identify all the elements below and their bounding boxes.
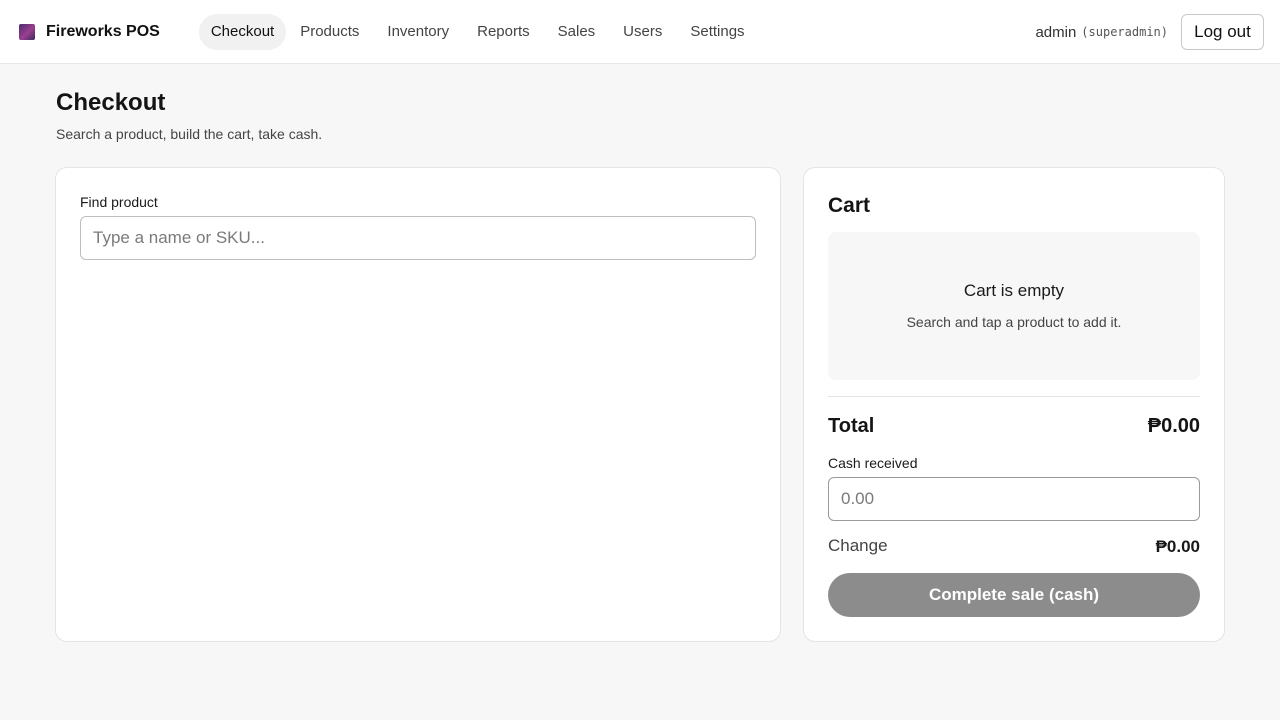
cart-empty-title: Cart is empty: [963, 281, 1065, 300]
logout-button[interactable]: Log out: [1181, 14, 1264, 50]
nav-item-settings[interactable]: Settings: [676, 14, 758, 50]
user-name: admin: [1035, 23, 1077, 41]
change-label: Change: [828, 536, 888, 555]
cash-received-input[interactable]: [828, 477, 1200, 521]
page-subtitle: Search a product, build the cart, take c…: [56, 126, 323, 142]
complete-sale-button[interactable]: Complete sale (cash): [828, 573, 1200, 617]
total-label: Total: [828, 415, 875, 437]
cart-title: Cart: [828, 194, 871, 217]
user-area: admin (superadmin) Log out: [1035, 14, 1264, 50]
main-nav: Checkout Products Inventory Reports Sale…: [198, 13, 759, 50]
nav-item-products[interactable]: Products: [286, 14, 373, 50]
product-search-panel: Find product: [55, 167, 781, 642]
nav-item-checkout[interactable]: Checkout: [198, 13, 287, 50]
fireworks-logo-icon: [19, 23, 35, 40]
cart-divider: [828, 396, 1200, 397]
find-product-label: Find product: [80, 194, 158, 210]
total-value: ₱0.00: [1147, 415, 1200, 437]
app-name: Fireworks POS: [46, 22, 160, 40]
cart-panel: Cart Cart is empty Search and tap a prod…: [803, 167, 1225, 642]
cart-empty-state: Cart is empty Search and tap a product t…: [828, 232, 1200, 380]
nav-item-users[interactable]: Users: [609, 14, 676, 50]
brand[interactable]: Fireworks POS: [19, 23, 160, 41]
nav-item-reports[interactable]: Reports: [463, 14, 544, 50]
cash-received-label: Cash received: [828, 455, 918, 471]
nav-item-sales[interactable]: Sales: [544, 14, 610, 50]
cart-empty-subtitle: Search and tap a product to add it.: [906, 314, 1122, 330]
page-title: Checkout: [56, 89, 166, 116]
change-value: ₱0.00: [1155, 537, 1200, 556]
top-navigation-bar: Fireworks POS Checkout Products Inventor…: [0, 0, 1280, 64]
product-search-input[interactable]: [80, 216, 756, 260]
nav-item-inventory[interactable]: Inventory: [373, 14, 463, 50]
user-role: (superadmin): [1081, 25, 1168, 39]
